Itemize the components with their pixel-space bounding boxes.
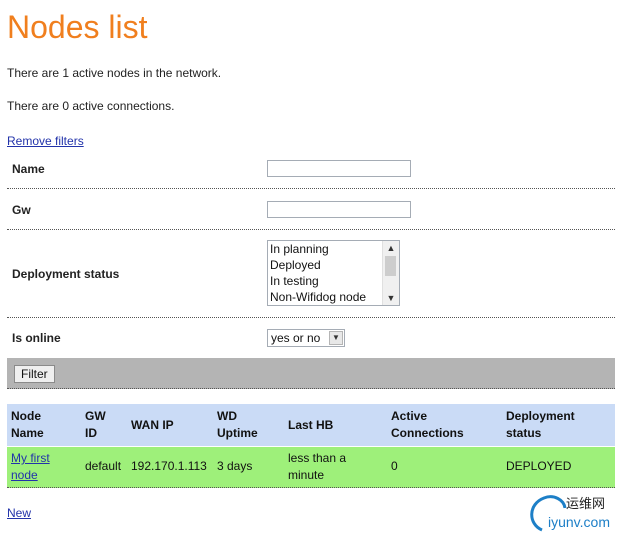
- column-header-gw-id: GW ID: [85, 408, 106, 442]
- filter-row-is-online: Is online yes or no ▼: [7, 318, 615, 359]
- column-header-wan-ip: WAN IP: [131, 418, 174, 432]
- column-header-last-hb: Last HB: [288, 418, 334, 432]
- chevron-down-icon[interactable]: ▼: [383, 291, 399, 305]
- name-input[interactable]: [267, 160, 411, 177]
- is-online-selected-value: yes or no: [271, 331, 321, 345]
- column-header-wd-uptime: WD Uptime: [217, 408, 258, 442]
- filter-row-gw: Gw: [7, 189, 615, 230]
- deployment-option[interactable]: Deployed: [270, 257, 321, 273]
- header-line: Name: [11, 426, 44, 440]
- cell-active-connections: 0: [391, 459, 398, 473]
- header-line: GW: [85, 409, 106, 423]
- column-header-active-connections: Active Connections: [391, 408, 464, 442]
- filter-bar: Filter: [7, 358, 615, 389]
- nodes-list-page: Nodes list There are 1 active nodes in t…: [0, 0, 630, 537]
- deployment-option[interactable]: Non-Wifidog node: [270, 289, 366, 305]
- gw-label: Gw: [12, 203, 31, 217]
- node-name-line[interactable]: node: [11, 467, 50, 484]
- header-line: status: [506, 426, 542, 440]
- filter-button[interactable]: Filter: [14, 365, 55, 383]
- deployment-status-label: Deployment status: [12, 267, 120, 281]
- scrollbar-thumb[interactable]: [385, 256, 396, 276]
- new-node-link[interactable]: New: [7, 506, 31, 520]
- listbox-scrollbar[interactable]: ▲ ▼: [382, 241, 399, 305]
- header-line: WD: [217, 409, 237, 423]
- gw-input[interactable]: [267, 201, 411, 218]
- page-title: Nodes list: [7, 9, 148, 45]
- column-header-deployment-status: Deployment status: [506, 408, 575, 442]
- node-name-link[interactable]: My first node: [11, 450, 50, 484]
- cell-last-hb-line: minute: [288, 468, 325, 482]
- active-nodes-text: There are 1 active nodes in the network.: [7, 66, 222, 80]
- cell-gw-id: default: [85, 459, 122, 473]
- header-line: Active: [391, 409, 428, 423]
- header-line: Node: [11, 409, 41, 423]
- watermark-logo: 运维网 iyunv.com: [530, 495, 610, 532]
- name-label: Name: [12, 162, 45, 176]
- deployment-option[interactable]: In testing: [270, 273, 319, 289]
- node-name-line[interactable]: My first: [11, 450, 50, 467]
- header-line: ID: [85, 426, 97, 440]
- header-line: Deployment: [506, 409, 575, 423]
- table-header: Node Name GW ID WAN IP WD Uptime Last HB…: [7, 404, 615, 446]
- is-online-label: Is online: [12, 331, 61, 345]
- cell-wd-uptime: 3 days: [217, 459, 253, 473]
- chevron-up-icon[interactable]: ▲: [383, 241, 399, 255]
- filter-row-deployment-status: Deployment status In planning Deployed I…: [7, 230, 615, 318]
- deployment-status-listbox[interactable]: In planning Deployed In testing Non-Wifi…: [267, 240, 400, 306]
- remove-filters-link[interactable]: Remove filters: [7, 134, 84, 148]
- header-line: Connections: [391, 426, 464, 440]
- watermark-url: iyunv.com: [548, 514, 610, 530]
- cell-last-hb: less than a minute: [288, 450, 346, 484]
- table-row: My first node default 192.170.1.113 3 da…: [7, 447, 615, 488]
- active-connections-text: There are 0 active connections.: [7, 99, 175, 113]
- filter-row-name: Name: [7, 152, 615, 189]
- cell-last-hb-line: less than a: [288, 451, 347, 465]
- deployment-option[interactable]: In planning: [270, 241, 329, 257]
- column-header-node-name: Node Name: [11, 408, 44, 442]
- cell-deployment-status: DEPLOYED: [506, 459, 572, 473]
- chevron-down-icon[interactable]: ▼: [329, 331, 343, 345]
- header-line: Uptime: [217, 426, 258, 440]
- cell-wan-ip: 192.170.1.113: [131, 459, 207, 473]
- is-online-select[interactable]: yes or no ▼: [267, 329, 345, 347]
- watermark-cn: 运维网: [566, 497, 605, 512]
